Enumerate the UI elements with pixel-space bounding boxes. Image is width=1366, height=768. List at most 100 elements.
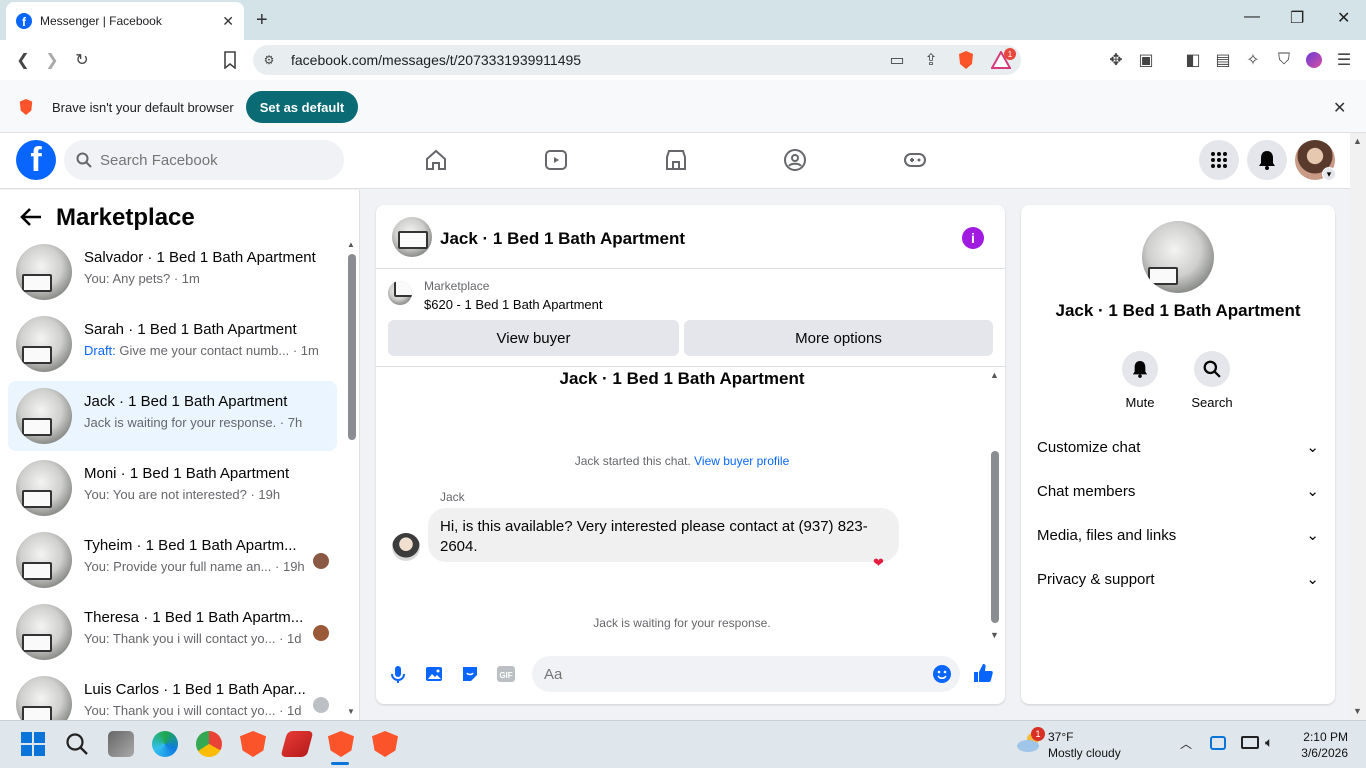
groups-icon[interactable]	[783, 148, 807, 172]
weather-badge: 1	[1031, 727, 1045, 741]
cast-icon[interactable]: ▭	[886, 49, 908, 71]
share-icon[interactable]: ⇪	[920, 49, 942, 71]
tray-app-icon[interactable]	[1210, 736, 1226, 750]
system-clock[interactable]: 2:10 PM 3/6/2026	[1296, 729, 1348, 761]
chevron-up-icon[interactable]: ︿	[1180, 735, 1192, 752]
page-scrollbar[interactable]	[1350, 133, 1366, 720]
conversation-snippet: Draft: Give me your contact numb... · 1m	[84, 343, 319, 358]
weather-widget[interactable]: 37°F Mostly cloudy	[1048, 729, 1121, 761]
message-input[interactable]	[544, 665, 924, 683]
leo-ai-icon[interactable]: ✧	[1242, 49, 1264, 71]
conversation-item[interactable]: Salvador · 1 Bed 1 Bath Apartment You: A…	[8, 237, 337, 307]
conversation-scrollbar[interactable]	[348, 254, 356, 440]
mute-button[interactable]: Mute	[1110, 351, 1170, 410]
marketplace-icon[interactable]	[664, 148, 688, 172]
sidebar-icon[interactable]: ◧	[1182, 49, 1204, 71]
listing-thumbnail	[16, 460, 72, 516]
back-arrow-icon[interactable]	[20, 207, 42, 227]
chat-listing-avatar[interactable]	[392, 217, 432, 257]
conversation-item[interactable]: Moni · 1 Bed 1 Bath Apartment You: You a…	[8, 453, 337, 523]
page-scroll-down-icon[interactable]: ▼	[1353, 706, 1362, 716]
listing-thumbnail	[16, 244, 72, 300]
search-chat-button[interactable]: Search	[1182, 351, 1242, 410]
started-text: Jack started this chat.	[574, 454, 691, 468]
task-view-icon[interactable]	[108, 731, 134, 757]
media-files-links-row[interactable]: Media, files and links ⌄	[1037, 523, 1319, 547]
heart-reaction-icon[interactable]: ❤	[873, 555, 884, 571]
info-icon[interactable]: i	[962, 227, 984, 249]
tab-title: Messenger | Facebook	[40, 14, 162, 28]
volume-icon[interactable]: 🔈︎	[1265, 734, 1273, 751]
listing-thumbnail	[16, 676, 72, 720]
site-info-icon[interactable]: ⚙	[258, 49, 280, 71]
reload-icon[interactable]: ↻	[71, 49, 93, 71]
conversation-item[interactable]: Tyheim · 1 Bed 1 Bath Apartm... You: Pro…	[8, 525, 337, 595]
edge-icon[interactable]	[152, 731, 178, 757]
conversation-item[interactable]: Sarah · 1 Bed 1 Bath Apartment Draft: Gi…	[8, 309, 337, 379]
new-tab-icon[interactable]: +	[256, 9, 268, 32]
message-bubble[interactable]: Hi, is this available? Very interested p…	[428, 508, 899, 562]
thumbs-up-icon[interactable]	[972, 662, 994, 684]
chat-scrollbar[interactable]	[991, 451, 999, 623]
privacy-support-row[interactable]: Privacy & support ⌄	[1037, 567, 1319, 591]
conversation-item-active[interactable]: Jack · 1 Bed 1 Bath Apartment Jack is wa…	[8, 381, 337, 451]
search-input[interactable]	[100, 151, 320, 169]
listing-thumbnail	[16, 604, 72, 660]
gaming-icon[interactable]	[903, 148, 927, 172]
chat-scroll-down-icon[interactable]: ▼	[990, 630, 999, 640]
divider	[376, 366, 1005, 367]
video-icon[interactable]	[544, 148, 568, 172]
back-icon[interactable]: ❮	[12, 49, 34, 71]
chat-scroll-up-icon[interactable]: ▲	[990, 370, 999, 380]
extensions-icon[interactable]: ✥	[1105, 49, 1127, 71]
view-buyer-button[interactable]: View buyer	[388, 320, 679, 356]
message-composer[interactable]	[532, 656, 960, 692]
facebook-search[interactable]	[64, 140, 344, 180]
wallet-icon[interactable]: ▤	[1212, 49, 1234, 71]
photo-icon[interactable]	[424, 664, 444, 684]
brave-shields-icon[interactable]	[955, 49, 977, 71]
conversation-name: Theresa · 1 Bed 1 Bath Apartm...	[84, 609, 304, 626]
microphone-icon[interactable]	[388, 664, 408, 684]
chrome-icon[interactable]	[196, 731, 222, 757]
profile-icon[interactable]	[1303, 49, 1325, 71]
menu-icon[interactable]: ☰	[1333, 49, 1355, 71]
customize-chat-row[interactable]: Customize chat ⌄	[1037, 435, 1319, 459]
conversation-item[interactable]: Luis Carlos · 1 Bed 1 Bath Apar... You: …	[8, 669, 337, 720]
chat-title[interactable]: Jack · 1 Bed 1 Bath Apartment	[440, 229, 685, 249]
scroll-down-icon[interactable]: ▼	[347, 707, 355, 716]
forward-icon[interactable]: ❯	[41, 49, 63, 71]
row-label: Media, files and links	[1037, 526, 1177, 544]
close-window-icon[interactable]: ✕	[1337, 8, 1350, 28]
conversation-item[interactable]: Theresa · 1 Bed 1 Bath Apartm... You: Th…	[8, 597, 337, 667]
sender-avatar[interactable]	[392, 533, 420, 561]
search-icon[interactable]	[64, 731, 90, 757]
chat-members-row[interactable]: Chat members ⌄	[1037, 479, 1319, 503]
row-label: Privacy & support	[1037, 570, 1155, 588]
notifications-bell-icon[interactable]	[1247, 140, 1287, 180]
minimize-icon[interactable]: —	[1244, 8, 1260, 26]
close-tab-icon[interactable]: ✕	[222, 13, 234, 30]
view-buyer-profile-link[interactable]: View buyer profile	[694, 454, 789, 468]
chevron-down-icon[interactable]: ▾	[1322, 167, 1336, 181]
vpn-icon[interactable]: ⛉	[1273, 49, 1295, 71]
sticker-icon[interactable]	[460, 664, 480, 684]
start-icon[interactable]	[20, 731, 46, 757]
set-default-button[interactable]: Set as default	[246, 91, 358, 123]
emoji-icon[interactable]	[932, 664, 952, 684]
facebook-logo-icon[interactable]: f	[16, 140, 56, 180]
network-icon[interactable]	[1241, 736, 1259, 749]
infobar-close-icon[interactable]: ✕	[1333, 98, 1346, 118]
page-scroll-up-icon[interactable]: ▲	[1353, 136, 1362, 146]
browser-tab[interactable]: f Messenger | Facebook ✕	[6, 2, 244, 40]
scroll-up-icon[interactable]: ▲	[347, 240, 355, 249]
bookmark-icon[interactable]	[219, 49, 241, 71]
details-listing-avatar[interactable]	[1142, 221, 1214, 293]
menu-grid-icon[interactable]	[1199, 140, 1239, 180]
reader-icon[interactable]: ▣	[1135, 49, 1157, 71]
maximize-icon[interactable]: ❐	[1290, 8, 1304, 28]
home-icon[interactable]	[424, 148, 448, 172]
gif-icon[interactable]: GIF	[496, 664, 516, 684]
listing-price[interactable]: $620 - 1 Bed 1 Bath Apartment	[424, 297, 603, 312]
more-options-button[interactable]: More options	[684, 320, 993, 356]
